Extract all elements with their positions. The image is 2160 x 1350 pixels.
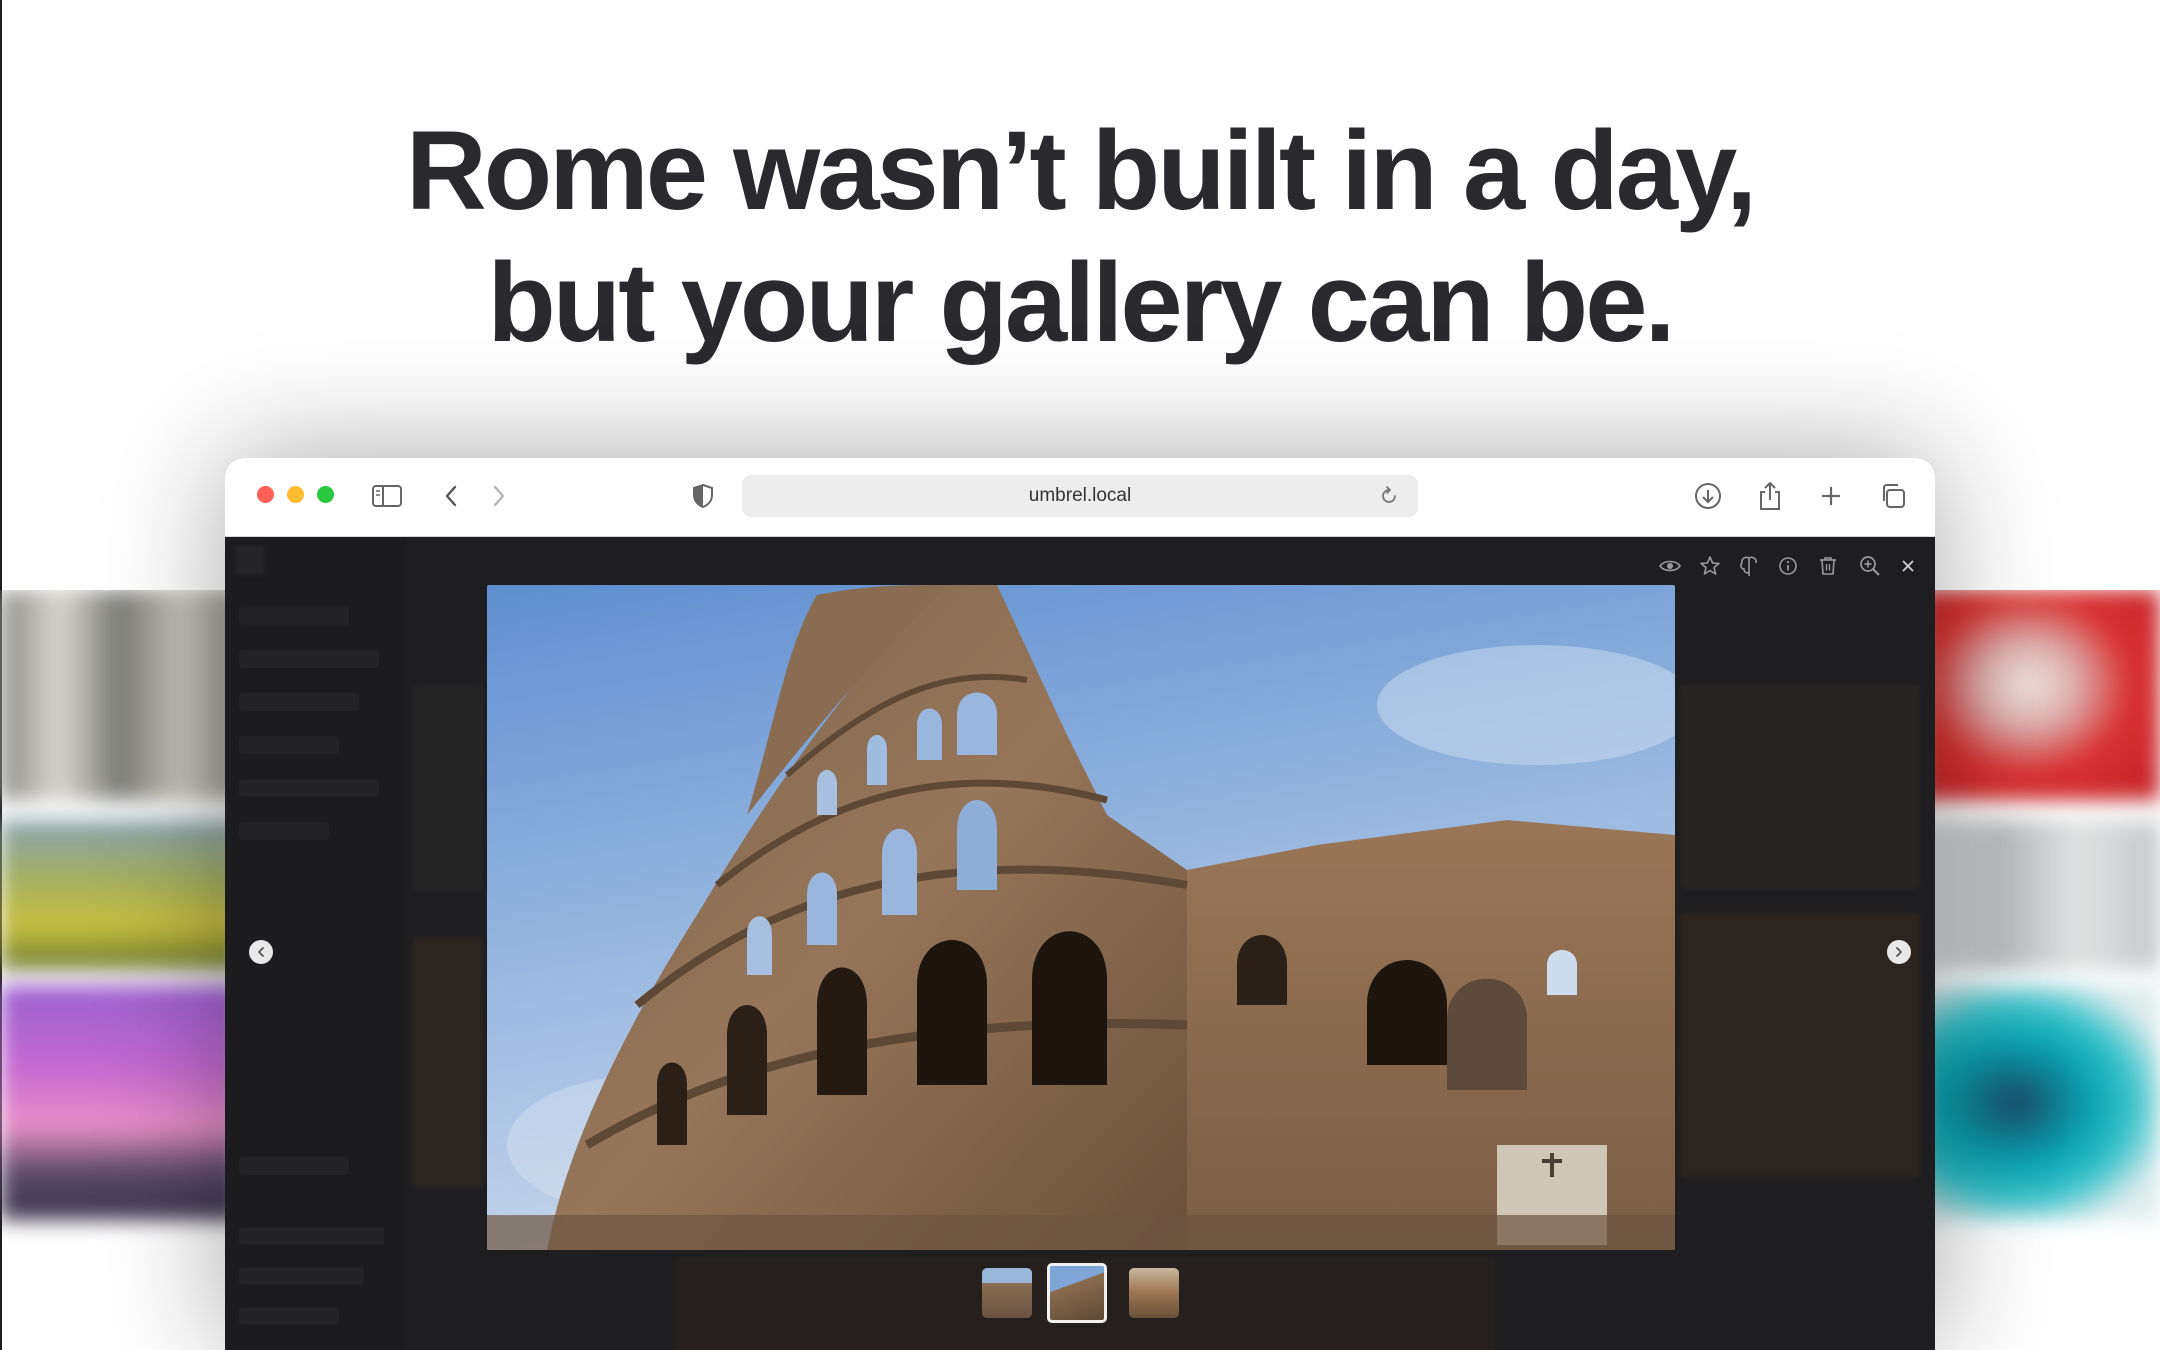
previous-photo-button[interactable] [249, 940, 273, 964]
forward-icon[interactable] [481, 478, 517, 514]
blurred-photo-building [0, 590, 240, 800]
headline-line-2: but your gallery can be. [487, 240, 1675, 365]
new-tab-icon[interactable] [1813, 478, 1849, 514]
browser-window: umbrel.local [225, 458, 1935, 1350]
close-window-button[interactable] [257, 486, 274, 503]
reload-icon[interactable] [1378, 485, 1400, 507]
headline-line-1: Rome wasn’t built in a day, [405, 108, 1757, 233]
address-bar[interactable]: umbrel.local [742, 475, 1418, 517]
eye-icon[interactable] [1655, 551, 1685, 581]
arch-thumbnail[interactable] [982, 1268, 1032, 1318]
browser-toolbar: umbrel.local [225, 458, 1935, 537]
blurred-photo-sunset-city [0, 985, 240, 1220]
main-photo-colosseum [487, 585, 1675, 1250]
next-photo-button[interactable] [1887, 940, 1911, 964]
minimize-window-button[interactable] [287, 486, 304, 503]
sidebar-icon[interactable] [369, 478, 405, 514]
photos-app [225, 537, 1935, 1350]
blurred-photo-portrait [1920, 590, 2160, 800]
blurred-gallery-right [1920, 590, 2160, 1310]
star-icon[interactable] [1695, 551, 1725, 581]
zoom-window-button[interactable] [317, 486, 334, 503]
colosseum-thumbnail[interactable] [1047, 1263, 1107, 1323]
brain-icon[interactable] [1734, 551, 1764, 581]
address-text: umbrel.local [1028, 485, 1132, 506]
share-icon[interactable] [1752, 478, 1788, 514]
info-icon[interactable] [1773, 551, 1803, 581]
ruins-thumbnail[interactable] [1129, 1268, 1179, 1318]
download-icon[interactable] [1690, 478, 1726, 514]
headline: Rome wasn’t built in a day, but your gal… [0, 105, 2160, 369]
blurred-photo-field [0, 820, 240, 970]
trash-icon[interactable] [1813, 551, 1843, 581]
shield-icon[interactable] [685, 478, 721, 514]
back-icon[interactable] [433, 478, 469, 514]
blurred-photo-street [1920, 820, 2160, 970]
blurred-photo-ocean [1920, 985, 2160, 1220]
colosseum-image [487, 585, 1675, 1250]
tabs-overview-icon[interactable] [1875, 478, 1911, 514]
close-icon[interactable] [1893, 551, 1923, 581]
blurred-gallery-left [0, 590, 240, 1310]
zoom-in-icon[interactable] [1855, 551, 1885, 581]
